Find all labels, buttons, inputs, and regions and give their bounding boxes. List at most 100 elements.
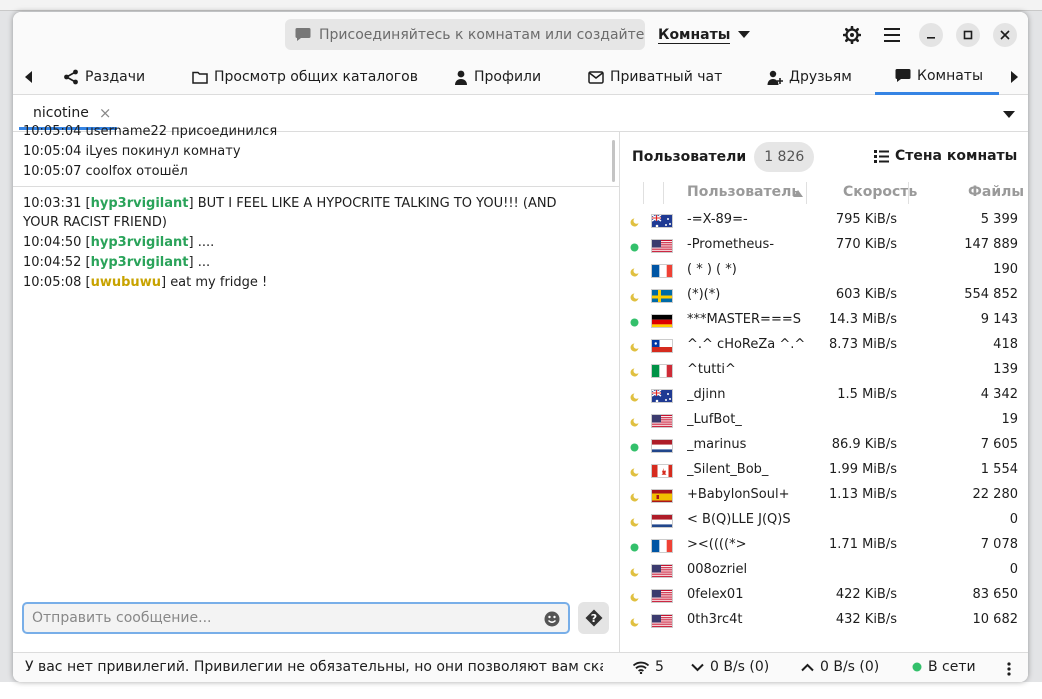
- user-status: [630, 366, 639, 377]
- wifi-icon: [633, 661, 649, 674]
- user-row[interactable]: ***MASTER===S 14.3 MiB/s 9 143: [620, 308, 1028, 333]
- message-user[interactable]: hyp3rvigilant: [91, 196, 189, 211]
- message-time: 10:05:08: [23, 275, 82, 290]
- user-row[interactable]: (*)(*) 603 KiB/s 554 852: [620, 283, 1028, 308]
- friends-icon: [767, 70, 783, 85]
- user-name: _djinn: [687, 387, 726, 402]
- minimize-button[interactable]: [919, 23, 943, 47]
- message-text: ....: [197, 235, 215, 250]
- user-row[interactable]: -=X-89=- 795 KiB/s 5 399: [620, 208, 1028, 233]
- message-text: ...: [197, 255, 211, 270]
- user-status: [630, 491, 639, 502]
- column-divider: [908, 182, 909, 204]
- column-speed[interactable]: Скорость: [843, 184, 917, 200]
- tab-buddies[interactable]: Друзьям: [767, 59, 852, 95]
- column-user[interactable]: Пользователь: [687, 184, 800, 200]
- status-menu-button[interactable]: [1007, 662, 1017, 676]
- log-line: 10:05:04 iLyes покинул комнату: [23, 144, 241, 159]
- tabs-scroll-left-button[interactable]: [21, 68, 37, 86]
- header-bar: Присоединяйтесь к комнатам или создайте …: [13, 12, 1028, 59]
- user-status: [630, 416, 639, 427]
- upload-speed-indicator[interactable]: 0 B/s (0): [801, 659, 879, 675]
- emoji-icon[interactable]: [544, 611, 560, 627]
- maximize-button[interactable]: [956, 23, 980, 47]
- message-user[interactable]: uwubuwu: [91, 275, 161, 290]
- message-user[interactable]: hyp3rvigilant: [91, 255, 189, 270]
- user-row[interactable]: ^.^ cHoReZa ^.^ 8.73 MiB/s 418: [620, 333, 1028, 358]
- close-window-button[interactable]: [993, 23, 1017, 47]
- chat-help-button[interactable]: ?: [578, 602, 609, 634]
- user-row[interactable]: 008ozriel 0: [620, 558, 1028, 583]
- user-files: 22 280: [972, 487, 1019, 502]
- country-flag-icon: [651, 339, 673, 353]
- tab-buddies-label: Друзьям: [789, 69, 852, 85]
- chevron-down-icon: [691, 663, 704, 671]
- away-status-icon: [630, 218, 639, 227]
- close-room-tab-icon[interactable]: ×: [99, 104, 112, 122]
- user-row[interactable]: _djinn 1.5 MiB/s 4 342: [620, 383, 1028, 408]
- tab-shares[interactable]: Раздачи: [63, 59, 145, 95]
- message-user[interactable]: hyp3rvigilant: [91, 235, 189, 250]
- user-name: _marinus: [687, 437, 747, 452]
- message-text: eat my fridge !: [170, 275, 268, 290]
- mode-label: Комнаты: [658, 26, 731, 44]
- chat-message: 10:04:50 [hyp3rvigilant] ....: [23, 235, 215, 250]
- user-files: 0: [1009, 562, 1018, 577]
- user-speed: 432 KiB/s: [835, 612, 897, 627]
- message-input[interactable]: Отправить сообщение...: [22, 602, 570, 634]
- tab-chat-rooms[interactable]: Комнаты: [875, 59, 999, 95]
- room-search-input[interactable]: Присоединяйтесь к комнатам или создайте …: [285, 19, 645, 50]
- tab-profiles[interactable]: Профили: [454, 59, 541, 95]
- gear-icon: [843, 26, 861, 44]
- column-files[interactable]: Файлы: [968, 184, 1024, 200]
- download-speed-indicator[interactable]: 0 B/s (0): [691, 659, 769, 675]
- user-row[interactable]: < B(Q)LLE J(Q)S 0: [620, 508, 1028, 533]
- tabs-scroll-right-button[interactable]: [1006, 68, 1022, 86]
- upload-speed: 0 B/s (0): [820, 659, 880, 675]
- country-flag-icon: [651, 214, 673, 228]
- room-wall-button[interactable]: Стена комнаты: [874, 148, 1017, 164]
- user-row[interactable]: 0th3rc4t 432 KiB/s 10 682: [620, 608, 1028, 633]
- online-status-button[interactable]: В сети: [912, 659, 976, 675]
- chat-message: 10:05:08 [uwubuwu] eat my fridge !: [23, 275, 268, 290]
- away-status-icon: [630, 518, 639, 527]
- user-name: ***MASTER===S: [687, 312, 801, 327]
- away-status-icon: [630, 418, 639, 427]
- user-status: [630, 241, 639, 252]
- away-status-icon: [630, 468, 639, 477]
- user-speed: 422 KiB/s: [835, 587, 897, 602]
- connections-indicator[interactable]: 5: [633, 659, 664, 675]
- user-row[interactable]: +BabylonSoul+ 1.13 MiB/s 22 280: [620, 483, 1028, 508]
- user-row[interactable]: ^tutti^ 139: [620, 358, 1028, 383]
- column-divider: [806, 182, 807, 204]
- user-files: 554 852: [964, 287, 1018, 302]
- user-status: [630, 216, 639, 227]
- main-menu-button[interactable]: [879, 22, 905, 48]
- user-row[interactable]: ><((((*> 1.71 MiB/s 7 078: [620, 533, 1028, 558]
- user-row[interactable]: ( * ) ( *) 190: [620, 258, 1028, 283]
- user-status: [630, 316, 639, 327]
- tab-private-chat[interactable]: Приватный чат: [588, 59, 722, 95]
- folder-icon: [192, 71, 208, 84]
- user-status: [630, 291, 639, 302]
- share-icon: [64, 69, 78, 85]
- user-speed: 1.99 MiB/s: [829, 462, 897, 477]
- user-row[interactable]: _Silent_Bob_ 1.99 MiB/s 1 554: [620, 458, 1028, 483]
- user-row[interactable]: -Prometheus- 770 KiB/s 147 889: [620, 233, 1028, 258]
- room-tabs-dropdown-button[interactable]: [1003, 108, 1015, 123]
- background-window-titlebar: [0, 0, 1042, 11]
- mode-dropdown[interactable]: Комнаты: [658, 25, 751, 45]
- user-row[interactable]: 0felex01 422 KiB/s 83 650: [620, 583, 1028, 608]
- room-wall-label: Стена комнаты: [895, 148, 1018, 164]
- preferences-button[interactable]: [839, 22, 865, 48]
- user-speed: 14.3 MiB/s: [829, 312, 897, 327]
- user-row[interactable]: _marinus 86.9 KiB/s 7 605: [620, 433, 1028, 458]
- user-speed: 1.5 MiB/s: [837, 387, 897, 402]
- user-name: -=X-89=-: [687, 212, 748, 227]
- online-status-icon: [630, 318, 639, 327]
- tab-browse-shares[interactable]: Просмотр общих каталогов: [192, 59, 418, 95]
- online-status-icon: [630, 243, 639, 252]
- user-row[interactable]: _LufBot_ 19: [620, 408, 1028, 433]
- log-scrollbar[interactable]: [612, 140, 615, 182]
- away-status-icon: [630, 393, 639, 402]
